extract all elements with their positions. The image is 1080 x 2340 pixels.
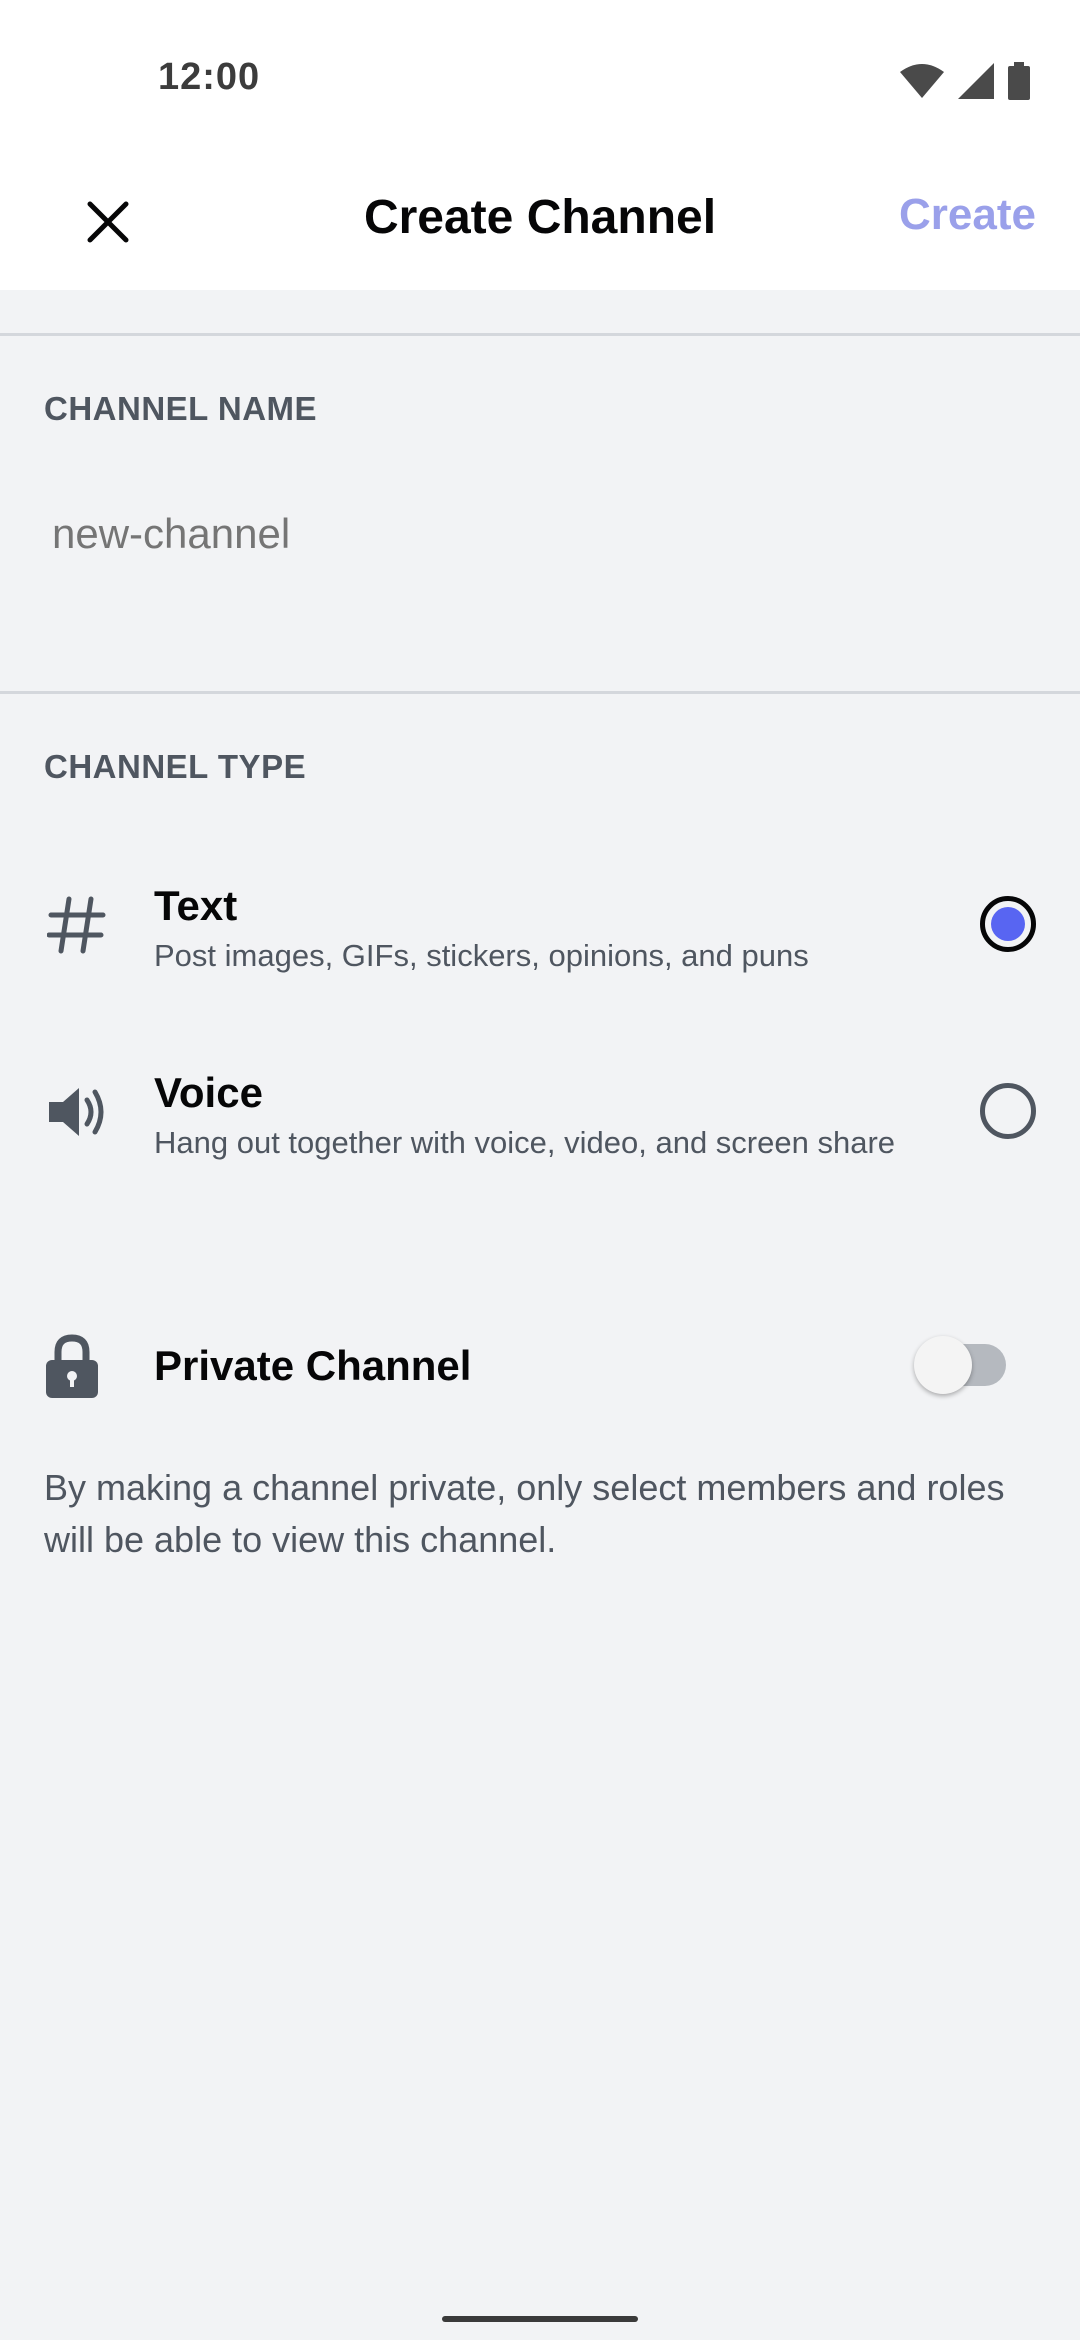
channel-type-option-voice[interactable]: Voice Hang out together with voice, vide… — [0, 1037, 1080, 1187]
battery-icon — [1008, 62, 1030, 105]
private-channel-description: By making a channel private, only select… — [44, 1467, 1005, 1560]
channel-type-label: CHANNEL TYPE — [44, 748, 307, 785]
channel-type-option-text[interactable]: Text Post images, GIFs, stickers, opinio… — [0, 850, 1080, 1000]
create-button[interactable]: Create — [899, 190, 1036, 240]
app-bar: Create Channel Create — [0, 160, 1080, 290]
wifi-icon — [900, 64, 944, 103]
divider — [0, 333, 1080, 336]
home-indicator[interactable] — [442, 2316, 638, 2322]
private-channel-label: Private Channel — [154, 1342, 472, 1389]
divider — [0, 691, 1080, 694]
hashtag-icon — [42, 890, 112, 960]
cellular-icon — [958, 63, 994, 104]
radio-dot — [991, 907, 1025, 941]
radio-voice[interactable] — [980, 1083, 1036, 1139]
status-time: 12:00 — [158, 56, 261, 98]
channel-type-description: Post images, GIFs, stickers, opinions, a… — [154, 938, 809, 973]
channel-type-description: Hang out together with voice, video, and… — [154, 1125, 896, 1160]
channel-type-title: Voice — [154, 1069, 263, 1116]
lock-icon — [44, 1334, 100, 1405]
channel-name-label: CHANNEL NAME — [44, 390, 318, 427]
radio-text-selected[interactable] — [980, 896, 1036, 952]
private-channel-toggle[interactable] — [914, 1336, 1006, 1394]
status-bar: 12:00 — [0, 0, 1080, 160]
private-channel-row[interactable]: Private Channel — [0, 1320, 1080, 1420]
speaker-icon — [42, 1077, 112, 1147]
channel-name-input[interactable] — [52, 510, 593, 558]
toggle-knob — [914, 1336, 972, 1394]
channel-type-title: Text — [154, 882, 238, 929]
status-icons — [900, 62, 1030, 105]
